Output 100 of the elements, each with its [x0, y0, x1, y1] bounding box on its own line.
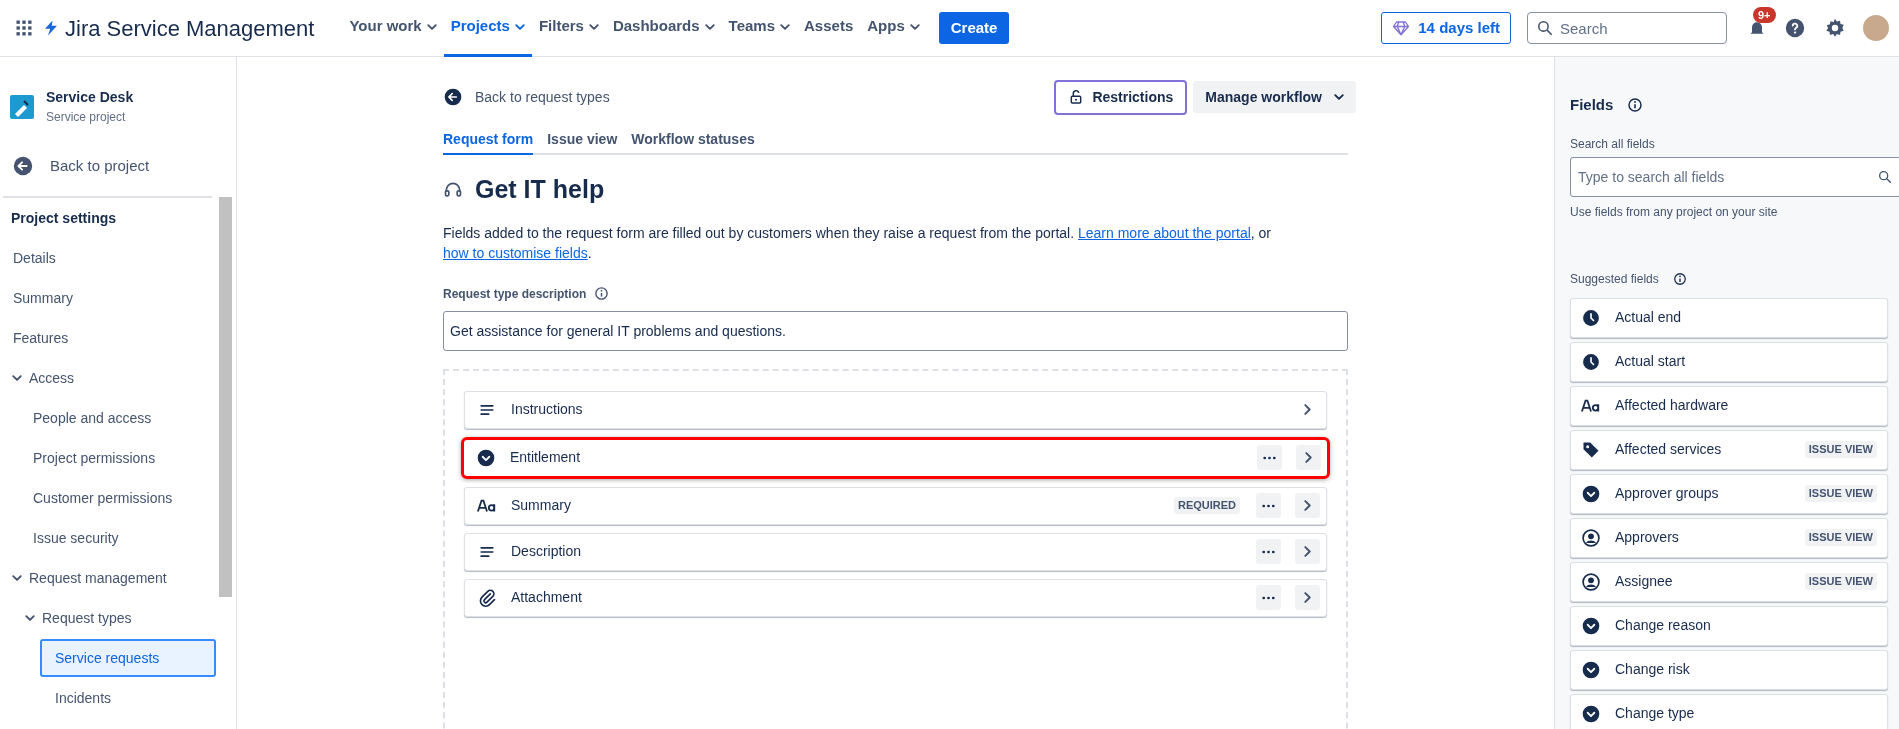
suggested-field-card[interactable]: Affected hardware: [1570, 385, 1888, 426]
tab[interactable]: Issue view: [547, 125, 618, 155]
suggested-field-card[interactable]: Change type: [1570, 693, 1888, 729]
info-icon: [1627, 97, 1644, 114]
more-icon: [1262, 549, 1275, 554]
field-label: Attachment: [511, 588, 583, 607]
issue-view-badge: ISSUE VIEW: [1804, 441, 1877, 458]
suggested-field-card[interactable]: Affected services ISSUE VIEW: [1570, 429, 1888, 470]
sidebar-item[interactable]: Features: [11, 319, 216, 357]
chevron-right-icon: [1304, 404, 1311, 415]
chevron-down-icon: [426, 23, 437, 30]
issue-view-badge: ISSUE VIEW: [1804, 529, 1877, 546]
chevron-right-icon: [1304, 592, 1311, 603]
expand-button[interactable]: [1295, 493, 1320, 518]
nav-item[interactable]: Projects: [443, 0, 532, 57]
project-avatar-icon: [10, 94, 34, 119]
sidebar-item[interactable]: Service requests: [40, 639, 216, 677]
suggested-field-card[interactable]: Approver groups ISSUE VIEW: [1570, 473, 1888, 514]
nav-item[interactable]: Filters: [531, 0, 606, 57]
more-button[interactable]: [1256, 539, 1281, 564]
settings-icon: [1824, 17, 1846, 39]
field-label: Description: [511, 542, 583, 561]
search-icon: [1879, 170, 1891, 183]
field-label: Actual start: [1615, 352, 1687, 371]
project-name: Service Desk: [46, 88, 134, 107]
sidebar-item[interactable]: Details: [11, 239, 216, 277]
expand-button[interactable]: [1295, 539, 1320, 564]
form-field-card[interactable]: Entitlement: [461, 436, 1330, 479]
create-button[interactable]: Create: [938, 12, 1010, 44]
suggested-fields-title: Suggested fields: [1570, 270, 1659, 288]
search-label: Search all fields: [1570, 135, 1656, 153]
clock-icon: [1581, 307, 1601, 328]
nav-item[interactable]: Dashboards: [605, 0, 722, 57]
suggested-field-card[interactable]: Actual start: [1570, 341, 1888, 382]
clock-icon: [1581, 351, 1601, 372]
suggested-field-card[interactable]: Actual end: [1570, 297, 1888, 338]
tab[interactable]: Workflow statuses: [631, 125, 755, 155]
dropdown-icon: [476, 447, 496, 468]
sidebar-item[interactable]: Project permissions: [26, 439, 216, 477]
tab[interactable]: Request form: [443, 125, 534, 155]
description-field[interactable]: Get assistance for general IT problems and questions.: [443, 310, 1348, 351]
nav-item[interactable]: Teams: [721, 0, 798, 57]
chevron-down-icon: [909, 23, 920, 30]
nav-item[interactable]: Assets: [797, 0, 861, 57]
field-label: Instructions: [511, 400, 584, 419]
page-title: Get IT help: [475, 174, 605, 205]
sidebar-item[interactable]: Request types: [24, 607, 132, 629]
field-label: Change reason: [1615, 616, 1712, 635]
intro-link[interactable]: how to customise fields: [443, 244, 588, 261]
form-field-card[interactable]: Description: [464, 532, 1327, 571]
sidebar-item[interactable]: Issue security: [26, 519, 216, 557]
chevron-down-icon: [12, 375, 22, 381]
dropdown-icon: [1581, 615, 1601, 636]
manage-workflow-button[interactable]: Manage workflow: [1193, 81, 1356, 113]
chevron-down-icon: [1334, 94, 1344, 100]
expand-button[interactable]: [1296, 445, 1321, 470]
form-field-card[interactable]: Summary REQUIRED: [464, 486, 1327, 525]
sidebar-item[interactable]: Request management: [11, 567, 167, 589]
description-label: Request type description: [443, 285, 587, 303]
suggested-field-card[interactable]: Change reason: [1570, 605, 1888, 646]
more-button[interactable]: [1256, 493, 1281, 518]
scrollbar[interactable]: [219, 197, 232, 597]
expand-button[interactable]: [1295, 585, 1320, 610]
sidebar-item[interactable]: Access: [11, 367, 75, 389]
nav-item[interactable]: Apps: [860, 0, 927, 57]
form-field-card[interactable]: Instructions: [464, 390, 1327, 429]
paperclip-icon: [477, 587, 497, 608]
form-field-card[interactable]: Attachment: [464, 578, 1327, 617]
chevron-right-icon: [1304, 500, 1311, 511]
back-to-project-link[interactable]: Back to project: [0, 146, 236, 186]
help-icon: [1784, 17, 1806, 39]
helper-text: Use fields from any project on your site: [1570, 203, 1779, 221]
chevron-down-icon: [704, 23, 715, 30]
notification-badge: 9+: [1753, 7, 1776, 23]
more-icon: [1262, 595, 1275, 600]
sidebar-item[interactable]: Summary: [11, 279, 216, 317]
nav-item[interactable]: Your work: [342, 0, 444, 57]
search-field[interactable]: Search: [1527, 12, 1727, 44]
search-icon: [1538, 21, 1552, 35]
field-label: Change type: [1615, 704, 1696, 723]
chevron-down-icon: [12, 575, 22, 581]
more-button[interactable]: [1256, 585, 1281, 610]
suggested-field-card[interactable]: Assignee ISSUE VIEW: [1570, 561, 1888, 602]
issue-view-badge: ISSUE VIEW: [1804, 485, 1877, 502]
suggested-field-card[interactable]: Change risk: [1570, 649, 1888, 690]
dropdown-icon: [1581, 703, 1601, 724]
more-button[interactable]: [1257, 445, 1282, 470]
field-search[interactable]: Type to search all fields: [1570, 156, 1899, 197]
suggested-field-card[interactable]: Approvers ISSUE VIEW: [1570, 517, 1888, 558]
chevron-right-icon: [1304, 546, 1311, 557]
trial-button[interactable]: 14 days left: [1381, 12, 1511, 44]
intro-link[interactable]: Learn more about the portal: [1078, 224, 1251, 241]
product-name[interactable]: Jira Service Management: [65, 11, 315, 45]
sidebar-item[interactable]: People and access: [26, 399, 216, 437]
sidebar-item[interactable]: Customer permissions: [26, 479, 216, 517]
back-to-request-types-link[interactable]: Back to request types: [443, 86, 610, 108]
app-switcher-icon: [14, 18, 34, 38]
sidebar-item[interactable]: Incidents: [40, 679, 216, 717]
more-icon: [1263, 455, 1276, 460]
restrictions-button[interactable]: Restrictions: [1054, 79, 1188, 115]
